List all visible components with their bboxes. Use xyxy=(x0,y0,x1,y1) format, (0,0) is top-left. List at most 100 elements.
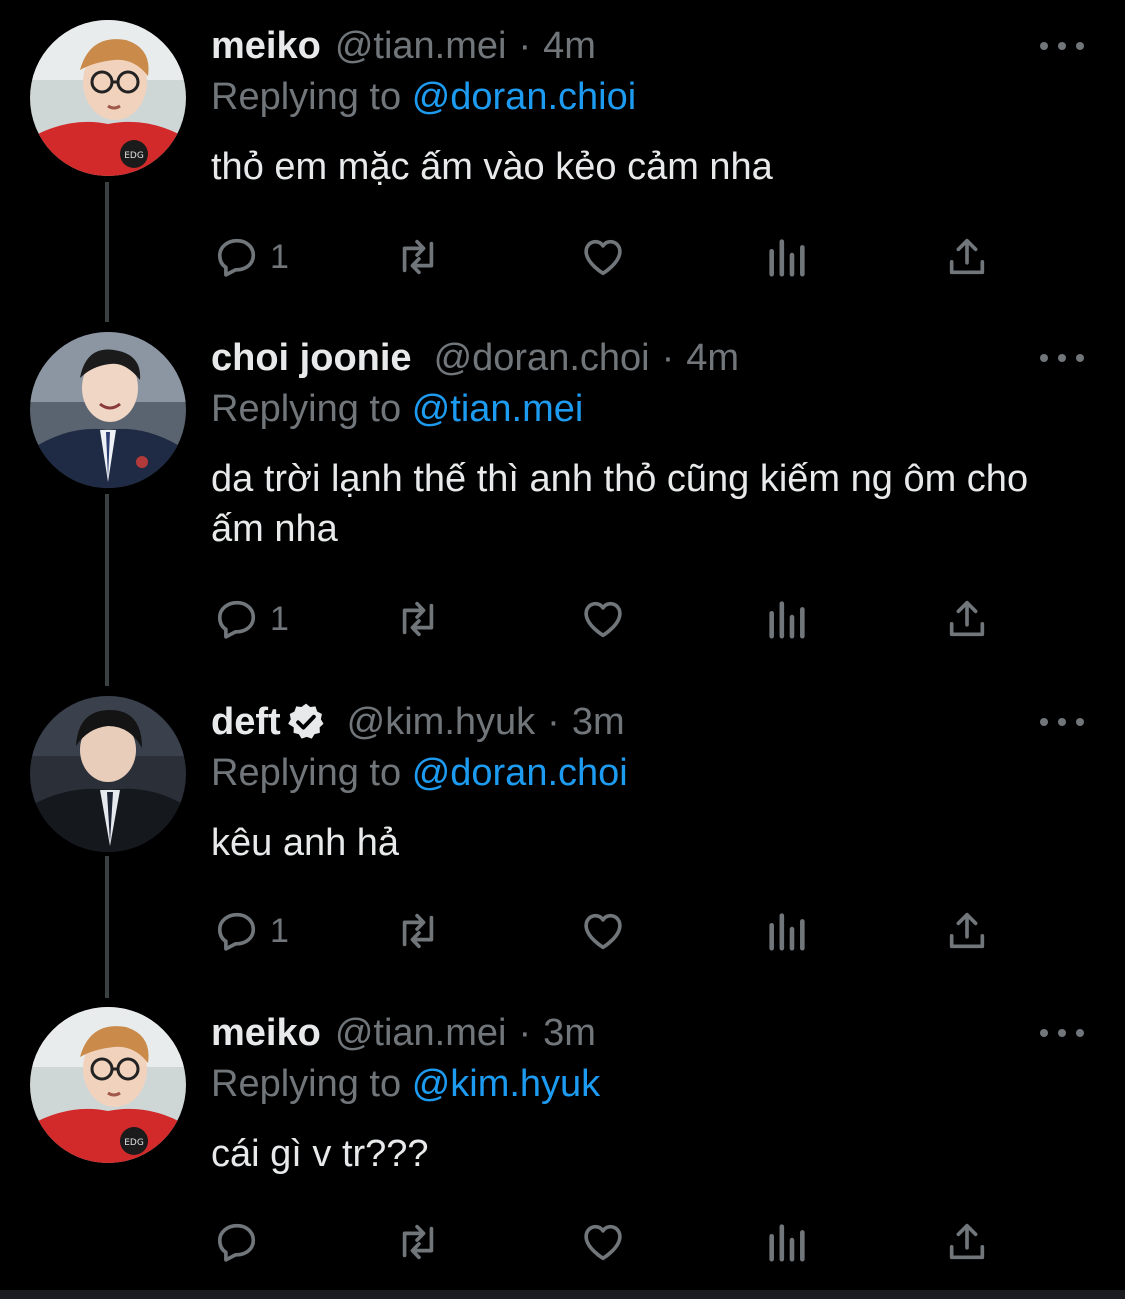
share-button[interactable] xyxy=(944,906,990,956)
reply-icon xyxy=(217,238,256,277)
tweet-text: kêu anh hả xyxy=(211,822,400,864)
share-icon xyxy=(949,600,985,637)
like-button[interactable] xyxy=(580,906,626,956)
tweet-header: deft @kim.hyuk · 3m xyxy=(211,696,625,748)
avatar[interactable]: EDG xyxy=(30,20,186,176)
share-icon xyxy=(949,912,985,949)
tweet-text: cái gì v tr??? xyxy=(211,1133,429,1175)
retweet-button[interactable] xyxy=(395,1217,441,1267)
retweet-icon xyxy=(402,239,434,275)
mention-link[interactable]: @doran.choi xyxy=(412,752,628,794)
separator: · xyxy=(518,1012,532,1054)
reply-button[interactable]: 1 xyxy=(214,594,289,644)
avatar-image: EDG xyxy=(30,1007,186,1163)
replying-to-label: Replying to xyxy=(211,76,402,118)
retweet-icon xyxy=(402,601,434,637)
mention-link[interactable]: @doran.chioi xyxy=(412,76,636,118)
display-name[interactable]: deft xyxy=(211,696,281,748)
reply-button[interactable]: 1 xyxy=(214,906,289,956)
tweet[interactable]: deft @kim.hyuk · 3m Replying to @doran.c… xyxy=(0,696,1125,966)
timestamp[interactable]: 3m xyxy=(572,696,625,748)
heart-icon xyxy=(584,1224,622,1261)
replying-to: Replying to @doran.choi xyxy=(211,748,628,798)
share-button[interactable] xyxy=(944,594,990,644)
share-icon xyxy=(949,1223,985,1260)
analytics-icon xyxy=(769,601,805,639)
views-button[interactable] xyxy=(764,1217,810,1267)
avatar-image: EDG xyxy=(30,20,186,176)
replying-to: Replying to @tian.mei xyxy=(211,384,583,434)
timestamp[interactable]: 3m xyxy=(543,1007,596,1059)
views-button[interactable] xyxy=(764,594,810,644)
reply-button[interactable]: 1 xyxy=(214,232,289,282)
retweet-button[interactable] xyxy=(395,594,441,644)
more-options-icon[interactable] xyxy=(1040,32,1084,60)
share-button[interactable] xyxy=(944,232,990,282)
separator: · xyxy=(547,701,560,743)
action-bar: 1 xyxy=(0,906,1125,956)
mention-link[interactable]: @kim.hyuk xyxy=(412,1063,601,1105)
user-handle[interactable]: @tian.mei xyxy=(335,1007,507,1059)
separator: · xyxy=(518,25,532,67)
avatar[interactable] xyxy=(30,332,186,488)
heart-icon xyxy=(584,913,622,950)
analytics-icon xyxy=(769,1224,805,1262)
reply-icon xyxy=(217,1223,256,1262)
display-name[interactable]: meiko xyxy=(211,1007,321,1059)
views-button[interactable] xyxy=(764,232,810,282)
retweet-button[interactable] xyxy=(395,906,441,956)
views-button[interactable] xyxy=(764,906,810,956)
timestamp[interactable]: 4m xyxy=(543,20,596,72)
tweet[interactable]: EDG meiko @tian.mei · 3m Replying to @ki… xyxy=(0,1007,1125,1277)
tweet-header: choi joonie @doran.choi · 4m xyxy=(211,332,739,384)
analytics-icon xyxy=(769,239,805,277)
verified-badge-icon xyxy=(287,703,324,739)
display-name[interactable]: choi joonie xyxy=(211,332,412,384)
share-button[interactable] xyxy=(944,1217,990,1267)
tweet-text: thỏ em mặc ấm vào kẻo cảm nha xyxy=(211,146,773,188)
reply-button[interactable] xyxy=(214,1217,270,1267)
analytics-icon xyxy=(769,913,805,951)
user-handle[interactable]: @tian.mei xyxy=(335,20,507,72)
heart-icon xyxy=(584,601,622,638)
reply-icon xyxy=(217,912,256,951)
user-handle[interactable]: @doran.choi xyxy=(434,332,650,384)
action-bar xyxy=(0,1217,1125,1267)
replying-to-label: Replying to xyxy=(211,388,402,430)
avatar[interactable]: EDG xyxy=(30,1007,186,1163)
like-button[interactable] xyxy=(580,594,626,644)
mention-link[interactable]: @tian.mei xyxy=(412,388,584,430)
reply-icon xyxy=(217,600,256,639)
share-icon xyxy=(949,238,985,275)
avatar-image xyxy=(30,696,186,852)
avatar-image xyxy=(30,332,186,488)
reply-count: 1 xyxy=(270,599,289,638)
svg-text:EDG: EDG xyxy=(124,1138,144,1148)
svg-text:EDG: EDG xyxy=(124,151,144,161)
retweet-button[interactable] xyxy=(395,232,441,282)
more-options-icon[interactable] xyxy=(1040,344,1084,372)
action-bar: 1 xyxy=(0,594,1125,644)
more-options-icon[interactable] xyxy=(1040,708,1084,736)
replying-to: Replying to @doran.chioi xyxy=(211,72,636,122)
reply-count: 1 xyxy=(270,237,289,276)
separator: · xyxy=(661,337,675,379)
like-button[interactable] xyxy=(580,232,626,282)
user-handle[interactable]: @kim.hyuk xyxy=(347,696,536,748)
tweet[interactable]: EDG meiko @tian.mei · 4m Replying to @do… xyxy=(0,20,1125,290)
tweet-header: meiko @tian.mei · 4m xyxy=(211,20,596,72)
more-options-icon[interactable] xyxy=(1040,1019,1084,1047)
action-bar: 1 xyxy=(0,232,1125,282)
bottom-divider xyxy=(0,1290,1125,1299)
retweet-icon xyxy=(402,1224,434,1260)
retweet-icon xyxy=(402,913,434,949)
like-button[interactable] xyxy=(580,1217,626,1267)
tweet[interactable]: choi joonie @doran.choi · 4m Replying to… xyxy=(0,332,1125,662)
tweet-header: meiko @tian.mei · 3m xyxy=(211,1007,596,1059)
timestamp[interactable]: 4m xyxy=(686,332,739,384)
replying-to: Replying to @kim.hyuk xyxy=(211,1059,600,1109)
display-name[interactable]: meiko xyxy=(211,20,321,72)
heart-icon xyxy=(584,239,622,276)
avatar[interactable] xyxy=(30,696,186,852)
tweet-text: da trời lạnh thế thì anh thỏ cũng kiếm n… xyxy=(211,458,1029,550)
